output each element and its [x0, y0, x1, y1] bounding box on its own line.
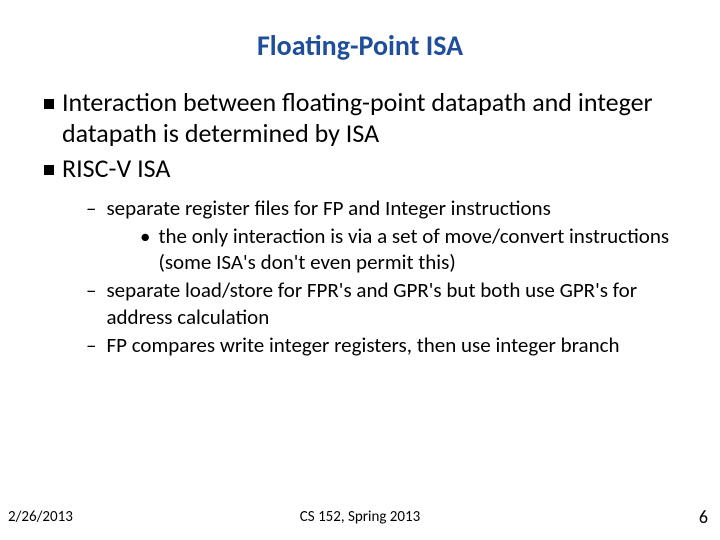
footer-course: CS 152, Spring 2013	[0, 508, 720, 526]
footer-date: 2/26/2013	[8, 508, 73, 526]
sub-bullet-text: separate register files for FP and Integ…	[106, 195, 550, 221]
footer-page-number: 6	[699, 506, 708, 528]
subsub-bullet-item: • the only interaction is via a set of m…	[140, 223, 700, 276]
sub-bullet-text: separate load/store for FPR's and GPR's …	[106, 277, 700, 330]
dash-bullet-icon: –	[86, 277, 96, 303]
dot-bullet-icon: •	[140, 223, 150, 249]
footer: 2/26/2013 CS 152, Spring 2013 6	[0, 508, 720, 526]
subsub-list: • the only interaction is via a set of m…	[86, 223, 700, 276]
content-area: Interaction between floating-point datap…	[20, 87, 700, 358]
sub-bullet-item: – separate register files for FP and Int…	[86, 195, 700, 221]
sub-bullet-item: – separate load/store for FPR's and GPR'…	[86, 277, 700, 330]
sub-bullet-text: FP compares write integer registers, the…	[106, 332, 619, 358]
bullet-text: Interaction between floating-point datap…	[62, 87, 700, 149]
square-bullet-icon	[44, 99, 54, 109]
square-bullet-icon	[44, 165, 54, 175]
bullet-item: RISC-V ISA	[44, 153, 700, 184]
sub-bullet-item: – FP compares write integer registers, t…	[86, 332, 700, 358]
dash-bullet-icon: –	[86, 332, 96, 358]
slide: Floating-Point ISA Interaction between f…	[0, 0, 720, 540]
subsub-bullet-text: the only interaction is via a set of mov…	[158, 223, 700, 276]
bullet-text: RISC-V ISA	[62, 153, 170, 184]
slide-title: Floating-Point ISA	[20, 28, 700, 63]
bullet-item: Interaction between floating-point datap…	[44, 87, 700, 149]
dash-bullet-icon: –	[86, 195, 96, 221]
sub-list: – separate register files for FP and Int…	[44, 195, 700, 359]
